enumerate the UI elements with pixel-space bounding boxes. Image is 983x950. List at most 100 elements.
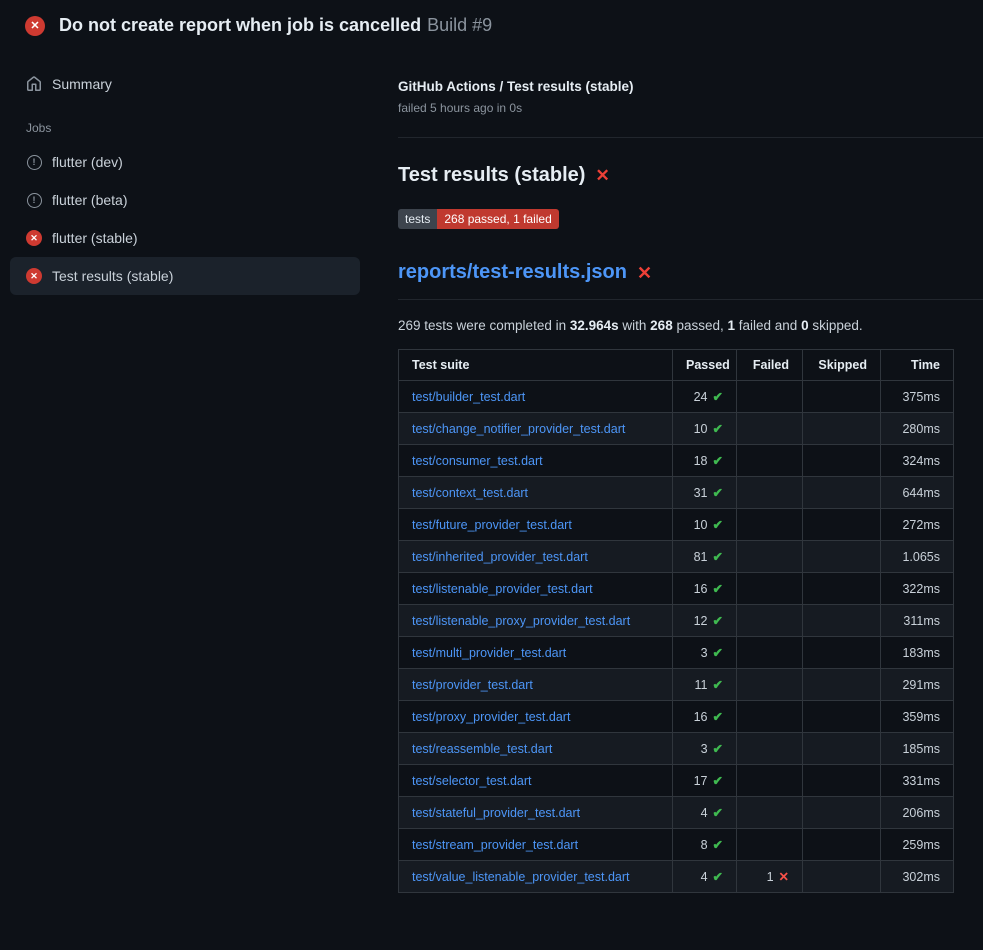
report-heading-wrap: reports/test-results.json ✕: [398, 261, 983, 300]
sidebar-item-label: flutter (beta): [52, 192, 127, 208]
neutral-status-icon: !: [26, 192, 42, 208]
table-row: test/builder_test.dart24✔375ms: [399, 381, 954, 413]
summary-skipped-count: 0: [801, 318, 809, 333]
sidebar-item-flutter-stable[interactable]: ✕ flutter (stable): [10, 219, 360, 257]
neutral-status-icon: !: [26, 154, 42, 170]
sidebar-item-summary[interactable]: Summary: [10, 65, 360, 103]
failed-cell: [737, 445, 803, 477]
skipped-cell: [803, 765, 881, 797]
column-header-passed: Passed: [673, 350, 737, 381]
time-cell: 206ms: [881, 797, 954, 829]
passed-cell: 31✔: [673, 477, 737, 509]
table-row: test/provider_test.dart11✔291ms: [399, 669, 954, 701]
sidebar-item-label: Test results (stable): [52, 268, 173, 284]
passed-cell: 16✔: [673, 573, 737, 605]
check-icon: ✔: [713, 550, 723, 564]
failed-cell: [737, 573, 803, 605]
time-cell: 375ms: [881, 381, 954, 413]
skipped-cell: [803, 701, 881, 733]
check-icon: ✔: [713, 742, 723, 756]
suite-link[interactable]: test/reassemble_test.dart: [412, 742, 552, 756]
table-row: test/stateful_provider_test.dart4✔206ms: [399, 797, 954, 829]
time-cell: 644ms: [881, 477, 954, 509]
tests-badge: tests268 passed, 1 failed: [398, 209, 559, 229]
time-cell: 259ms: [881, 829, 954, 861]
suite-link[interactable]: test/builder_test.dart: [412, 390, 525, 404]
table-row: test/multi_provider_test.dart3✔183ms: [399, 637, 954, 669]
run-status-line: failed 5 hours ago in 0s: [398, 101, 983, 115]
suite-link[interactable]: test/stream_provider_test.dart: [412, 838, 578, 852]
results-table-body: test/builder_test.dart24✔375mstest/chang…: [399, 381, 954, 893]
skipped-cell: [803, 541, 881, 573]
check-icon: ✔: [713, 454, 723, 468]
suite-link[interactable]: test/stateful_provider_test.dart: [412, 806, 580, 820]
time-cell: 331ms: [881, 765, 954, 797]
table-row: test/context_test.dart 31✔ 644ms: [399, 477, 954, 509]
time-cell: 185ms: [881, 733, 954, 765]
time-cell: 272ms: [881, 509, 954, 541]
check-icon: ✔: [713, 422, 723, 436]
table-row: test/change_notifier_provider_test.dart1…: [399, 413, 954, 445]
table-row: test/future_provider_test.dart 10✔ 272ms: [399, 509, 954, 541]
skipped-cell: [803, 733, 881, 765]
suite-link[interactable]: test/proxy_provider_test.dart: [412, 710, 570, 724]
cross-icon: ✕: [779, 870, 789, 884]
passed-cell: 10✔: [673, 509, 737, 541]
check-icon: ✔: [713, 518, 723, 532]
check-icon: ✔: [713, 678, 723, 692]
check-icon: ✔: [713, 774, 723, 788]
sidebar-item-flutter-dev[interactable]: ! flutter (dev): [10, 143, 360, 181]
column-header-skipped: Skipped: [803, 350, 881, 381]
passed-cell: 4✔: [673, 861, 737, 893]
skipped-cell: [803, 381, 881, 413]
badge-value: 268 passed, 1 failed: [437, 209, 558, 229]
skipped-cell: [803, 445, 881, 477]
suite-cell: test/consumer_test.dart: [399, 445, 673, 477]
page-header: ✕ Do not create report when job is cance…: [0, 0, 983, 51]
suite-link[interactable]: test/context_test.dart: [412, 486, 528, 500]
table-row: test/inherited_provider_test.dart81✔1.06…: [399, 541, 954, 573]
suite-link[interactable]: test/listenable_provider_test.dart: [412, 582, 593, 596]
skipped-cell: [803, 669, 881, 701]
time-cell: 359ms: [881, 701, 954, 733]
suite-link[interactable]: test/multi_provider_test.dart: [412, 646, 566, 660]
suite-cell: test/listenable_proxy_provider_test.dart: [399, 605, 673, 637]
suite-cell: test/stream_provider_test.dart: [399, 829, 673, 861]
suite-link[interactable]: test/value_listenable_provider_test.dart: [412, 870, 630, 884]
skipped-cell: [803, 509, 881, 541]
time-cell: 322ms: [881, 573, 954, 605]
report-file-heading[interactable]: reports/test-results.json ✕: [398, 261, 983, 284]
sidebar-item-flutter-beta[interactable]: ! flutter (beta): [10, 181, 360, 219]
suite-link[interactable]: test/listenable_proxy_provider_test.dart: [412, 614, 630, 628]
suite-link[interactable]: test/selector_test.dart: [412, 774, 532, 788]
workflow-run-title: Do not create report when job is cancell…: [59, 15, 421, 35]
column-header-test-suite: Test suite: [399, 350, 673, 381]
check-icon: ✔: [713, 870, 723, 884]
table-header-row: Test suite Passed Failed Skipped Time: [399, 350, 954, 381]
sidebar-item-test-results-stable[interactable]: ✕ Test results (stable): [10, 257, 360, 295]
suite-link[interactable]: test/provider_test.dart: [412, 678, 533, 692]
summary-time: 32.964s: [570, 318, 619, 333]
summary-failed-count: 1: [728, 318, 736, 333]
column-header-failed: Failed: [737, 350, 803, 381]
check-icon: ✔: [713, 838, 723, 852]
check-icon: ✔: [713, 646, 723, 660]
failed-cell: [737, 605, 803, 637]
check-icon: ✔: [713, 614, 723, 628]
time-cell: 311ms: [881, 605, 954, 637]
passed-cell: 8✔: [673, 829, 737, 861]
table-row: test/consumer_test.dart18✔324ms: [399, 445, 954, 477]
results-table: Test suite Passed Failed Skipped Time te…: [398, 349, 954, 893]
skipped-cell: [803, 477, 881, 509]
home-icon: [26, 76, 42, 92]
failed-icon: ✕: [26, 268, 42, 284]
divider: [398, 137, 983, 138]
summary-passed-count: 268: [650, 318, 673, 333]
suite-link[interactable]: test/consumer_test.dart: [412, 454, 543, 468]
suite-link[interactable]: test/inherited_provider_test.dart: [412, 550, 588, 564]
suite-link[interactable]: test/change_notifier_provider_test.dart: [412, 422, 625, 436]
skipped-cell: [803, 797, 881, 829]
suite-link[interactable]: test/future_provider_test.dart: [412, 518, 572, 532]
table-row: test/listenable_provider_test.dart 16✔ 322…: [399, 573, 954, 605]
passed-cell: 3✔: [673, 637, 737, 669]
